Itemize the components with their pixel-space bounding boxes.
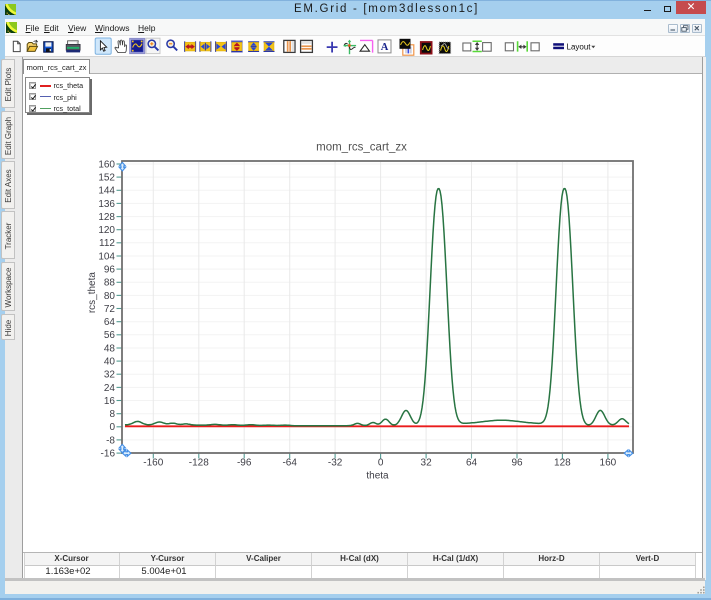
svg-text:104: 104 bbox=[98, 251, 115, 262]
svg-text:-128: -128 bbox=[189, 458, 209, 469]
svg-text:88: 88 bbox=[104, 278, 116, 289]
svg-text:112: 112 bbox=[99, 238, 115, 249]
svg-text:40: 40 bbox=[104, 357, 116, 368]
svg-text:48: 48 bbox=[104, 343, 116, 354]
svg-text:96: 96 bbox=[104, 265, 116, 276]
svg-text:64: 64 bbox=[104, 317, 116, 328]
svg-text:-96: -96 bbox=[237, 458, 252, 469]
svg-text:Layout: Layout bbox=[567, 42, 592, 51]
svg-text:80: 80 bbox=[104, 291, 116, 302]
svg-text:theta: theta bbox=[366, 471, 389, 482]
svg-text:8: 8 bbox=[109, 409, 115, 420]
svg-text:0: 0 bbox=[378, 458, 384, 469]
svg-text:16: 16 bbox=[104, 396, 116, 407]
svg-text:A: A bbox=[381, 42, 389, 53]
svg-text:0: 0 bbox=[109, 422, 115, 433]
svg-text:32: 32 bbox=[104, 370, 116, 381]
svg-text:160: 160 bbox=[600, 458, 617, 469]
svg-text:24: 24 bbox=[104, 383, 116, 394]
svg-text:128: 128 bbox=[98, 212, 115, 223]
svg-text:-64: -64 bbox=[282, 458, 297, 469]
svg-text:-160: -160 bbox=[143, 458, 163, 469]
svg-text:96: 96 bbox=[511, 458, 523, 469]
svg-text:120: 120 bbox=[98, 225, 115, 236]
svg-text:32: 32 bbox=[421, 458, 433, 469]
svg-text:152: 152 bbox=[98, 173, 115, 184]
svg-text:144: 144 bbox=[98, 186, 115, 197]
svg-text:128: 128 bbox=[554, 458, 571, 469]
svg-text:64: 64 bbox=[466, 458, 478, 469]
svg-text:-16: -16 bbox=[101, 449, 116, 460]
svg-text:136: 136 bbox=[98, 199, 115, 210]
svg-text:mom_rcs_cart_zx: mom_rcs_cart_zx bbox=[316, 142, 407, 154]
svg-text:rcs_theta: rcs_theta bbox=[87, 272, 98, 314]
svg-text:72: 72 bbox=[104, 304, 116, 315]
svg-text:160: 160 bbox=[98, 159, 115, 170]
svg-text:56: 56 bbox=[104, 330, 116, 341]
svg-text:-32: -32 bbox=[328, 458, 343, 469]
svg-text:-8: -8 bbox=[106, 435, 115, 446]
